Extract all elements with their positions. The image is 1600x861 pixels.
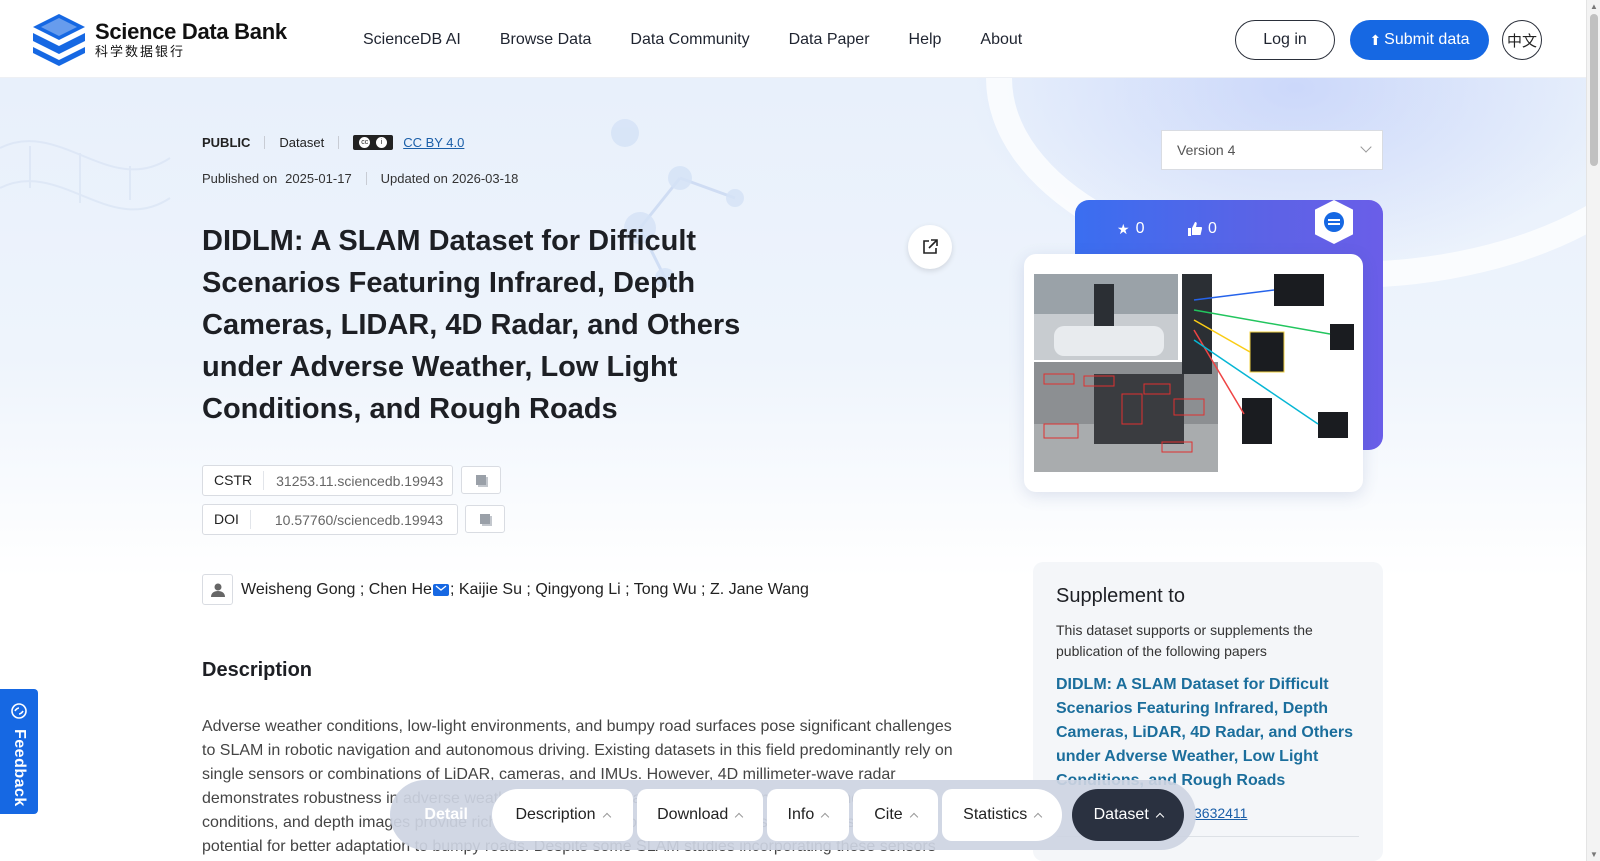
published-label: Published on [202,171,278,186]
visibility-badge: PUBLIC [202,135,251,150]
copy-cstr-button[interactable] [461,466,501,494]
dataset-title: DIDLM: A SLAM Dataset for Difficult Scen… [202,225,741,425]
nav-help[interactable]: Help [909,31,942,49]
description-heading: Description [202,659,313,681]
section-tab-description[interactable]: Description [492,789,633,841]
nav-about[interactable]: About [980,31,1022,49]
chevron-up-icon [735,812,744,822]
chevron-up-icon [602,812,611,822]
copy-icon [476,475,486,485]
tab-label: Statistics [963,806,1028,823]
section-tab-statistics[interactable]: Statistics [941,789,1063,841]
version-select[interactable]: Version 4 [1161,130,1383,170]
main-nav: ScienceDB AI Browse Data Data Community … [363,31,1061,49]
star-icon: ★ [1117,220,1130,237]
published-date: 2025-01-17 [285,171,352,186]
submit-data-label: Submit data [1384,31,1470,48]
divider [338,136,340,149]
tab-label: Dataset [1093,806,1149,823]
supplement-doi-link[interactable]: 3632411 [1194,805,1247,821]
tab-label: Info [787,806,815,823]
section-tab-info[interactable]: Info [766,789,849,841]
scrollbar-thumb[interactable] [1590,14,1598,166]
cstr-value: 31253.11.sciencedb.19943 [276,472,444,489]
science-data-bank-logo-icon [33,14,85,66]
authors-row: Weisheng Gong ; Chen He ; Kaijie Su ; Qi… [202,574,809,605]
scroll-up-icon[interactable]: ▲ [1590,2,1598,11]
login-button[interactable]: Log in [1235,20,1335,60]
logo[interactable]: Science Data Bank 科学数据银行 [31,12,287,68]
language-toggle-button[interactable]: 中文 [1502,20,1542,60]
feedback-label: Feedback [11,729,28,807]
section-tab-download[interactable]: Download [636,789,763,841]
copy-doi-button[interactable] [465,505,505,533]
external-link-icon [923,239,938,254]
version-value: Version 4 [1177,142,1236,158]
submit-data-button[interactable]: ⬆ Submit data [1350,20,1489,60]
section-tab-cite[interactable]: Cite [852,789,938,841]
star-count-value: 0 [1135,220,1145,237]
author-person-icon [202,574,233,605]
chevron-up-icon [909,812,918,822]
logo-title: Science Data Bank [95,19,287,44]
doi-value: 10.57760/sciencedb.19943 [274,511,444,528]
page-scrollbar[interactable]: ▲ ▼ [1586,0,1600,861]
tab-label: Cite [874,806,903,823]
nav-data-community[interactable]: Data Community [630,31,749,49]
star-count[interactable]: ★ 0 [1117,220,1144,238]
thumbs-up-icon [1188,222,1202,236]
section-nav-detail: Detail [424,806,468,823]
authors-list-first[interactable]: Weisheng Gong ; Chen He [241,581,432,599]
doi-label: DOI [203,510,251,529]
mail-icon[interactable] [432,583,449,596]
section-tab-dataset[interactable]: Dataset [1072,789,1184,841]
dataset-cover-image [1034,274,1354,472]
share-button[interactable] [908,225,952,269]
updated-date: 2026-03-18 [451,171,519,186]
section-nav-bar: Detail Description Download Info Cite St… [390,780,1196,850]
supplement-paper-link[interactable]: DIDLM: A SLAM Dataset for Difficult Scen… [1056,673,1360,793]
upload-arrow-icon: ⬆ [1369,31,1382,48]
scroll-down-icon[interactable]: ▼ [1590,850,1598,859]
feedback-icon [11,703,27,719]
cstr-field: CSTR 31253.11.sciencedb.19943 [202,465,453,496]
cstr-label: CSTR [203,471,265,490]
cc-license-icon: cc i [353,135,394,150]
top-header: Science Data Bank 科学数据银行 ScienceDB AI Br… [0,0,1586,78]
logo-subtitle: 科学数据银行 [95,44,186,59]
copy-icon [480,514,490,524]
dataset-meta-row: PUBLIC Dataset cc i CC BY 4.0 [202,135,464,150]
supplement-title: Supplement to [1056,585,1185,607]
nav-sciencedb-ai[interactable]: ScienceDB AI [363,31,461,49]
doi-field: DOI 10.57760/sciencedb.19943 [202,504,458,535]
nav-data-paper[interactable]: Data Paper [789,31,870,49]
divider [365,172,367,185]
nav-browse-data[interactable]: Browse Data [500,31,592,49]
chevron-up-icon [820,812,830,822]
like-count[interactable]: 0 [1188,220,1217,238]
authors-list-rest[interactable]: ; Kaijie Su ; Qingyong Li ; Tong Wu ; Z.… [450,581,809,599]
like-count-value: 0 [1208,220,1217,237]
tab-label: Download [657,806,729,823]
chevron-down-icon [1360,141,1372,153]
feedback-tab[interactable]: Feedback [0,689,38,814]
dates-row: Published on 2025-01-17 Updated on 2026-… [202,171,518,186]
supplement-subtitle: This dataset supports or supplements the… [1056,622,1313,659]
chevron-up-icon [1033,812,1043,822]
tab-label: Description [515,806,596,823]
updated-label: Updated on [380,171,448,186]
dataset-type: Dataset [279,135,325,150]
chevron-up-icon [1155,812,1165,822]
divider [264,136,266,149]
license-link[interactable]: CC BY 4.0 [403,135,464,150]
